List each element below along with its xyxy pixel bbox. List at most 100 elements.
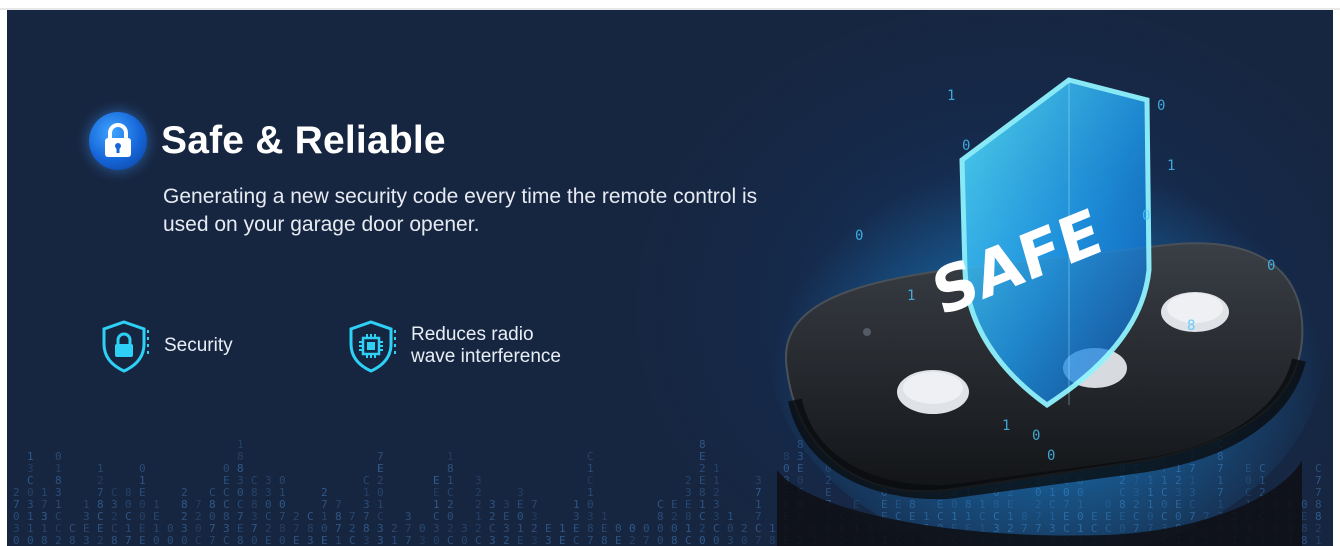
svg-text:0: 0 xyxy=(643,522,650,535)
svg-text:3: 3 xyxy=(27,498,34,511)
svg-text:E: E xyxy=(265,534,272,546)
svg-text:8: 8 xyxy=(237,450,244,463)
svg-text:E: E xyxy=(559,534,566,546)
svg-text:8: 8 xyxy=(699,438,706,451)
svg-text:3: 3 xyxy=(83,534,90,546)
svg-text:0: 0 xyxy=(139,462,146,475)
feature-label: Security xyxy=(164,335,233,357)
svg-text:0: 0 xyxy=(587,498,594,511)
description-text: Generating a new security code every tim… xyxy=(163,185,758,236)
svg-text:2: 2 xyxy=(349,522,356,535)
svg-text:1: 1 xyxy=(475,510,482,523)
svg-text:0: 0 xyxy=(167,522,174,535)
svg-text:E: E xyxy=(433,474,440,487)
svg-text:0: 0 xyxy=(671,522,678,535)
svg-text:2: 2 xyxy=(265,522,272,535)
svg-text:8: 8 xyxy=(223,510,230,523)
svg-text:2: 2 xyxy=(181,510,188,523)
svg-text:2: 2 xyxy=(97,474,104,487)
svg-text:C: C xyxy=(363,474,370,487)
svg-text:0: 0 xyxy=(209,510,216,523)
svg-text:3: 3 xyxy=(685,486,692,499)
svg-text:2: 2 xyxy=(293,510,300,523)
svg-text:0: 0 xyxy=(433,534,440,546)
svg-text:2: 2 xyxy=(475,486,482,499)
svg-text:C: C xyxy=(223,534,230,546)
svg-text:1: 1 xyxy=(27,522,34,535)
svg-text:C: C xyxy=(587,450,594,463)
svg-text:E: E xyxy=(139,522,146,535)
svg-text:E: E xyxy=(83,522,90,535)
svg-text:3: 3 xyxy=(503,522,510,535)
svg-text:0: 0 xyxy=(279,474,286,487)
svg-text:2: 2 xyxy=(195,510,202,523)
svg-text:1: 1 xyxy=(153,498,160,511)
svg-text:1: 1 xyxy=(713,474,720,487)
svg-text:C: C xyxy=(265,510,272,523)
remote-shield-illustration: SAFE 100 100 810 100 xyxy=(767,77,1327,546)
svg-text:C: C xyxy=(55,510,62,523)
svg-text:2: 2 xyxy=(531,522,538,535)
svg-text:1: 1 xyxy=(153,522,160,535)
svg-text:1: 1 xyxy=(685,522,692,535)
svg-text:0: 0 xyxy=(855,228,863,244)
svg-text:2: 2 xyxy=(377,474,384,487)
svg-text:3: 3 xyxy=(531,534,538,546)
svg-text:1: 1 xyxy=(83,498,90,511)
svg-text:8: 8 xyxy=(181,498,188,511)
svg-text:3: 3 xyxy=(363,498,370,511)
svg-text:0: 0 xyxy=(629,522,636,535)
svg-text:1: 1 xyxy=(573,498,580,511)
svg-text:0: 0 xyxy=(265,498,272,511)
svg-text:1: 1 xyxy=(447,450,454,463)
svg-text:3: 3 xyxy=(41,510,48,523)
svg-text:0: 0 xyxy=(55,450,62,463)
svg-text:2: 2 xyxy=(713,486,720,499)
svg-text:3: 3 xyxy=(377,522,384,535)
svg-text:3: 3 xyxy=(461,522,468,535)
svg-text:7: 7 xyxy=(195,498,202,511)
svg-text:1: 1 xyxy=(279,486,286,499)
svg-text:1: 1 xyxy=(601,510,608,523)
svg-text:3: 3 xyxy=(55,486,62,499)
svg-text:E: E xyxy=(223,474,230,487)
svg-text:1: 1 xyxy=(1167,158,1175,174)
svg-text:C: C xyxy=(685,534,692,546)
svg-text:2: 2 xyxy=(671,510,678,523)
feature-label-line: wave interference xyxy=(411,346,561,367)
svg-text:E: E xyxy=(321,534,328,546)
svg-text:7: 7 xyxy=(335,522,342,535)
svg-text:2: 2 xyxy=(55,534,62,546)
svg-text:3: 3 xyxy=(503,498,510,511)
svg-text:1: 1 xyxy=(237,438,244,451)
svg-text:8: 8 xyxy=(587,522,594,535)
svg-text:0: 0 xyxy=(279,498,286,511)
svg-text:2: 2 xyxy=(503,534,510,546)
svg-text:1: 1 xyxy=(335,534,342,546)
svg-text:8: 8 xyxy=(209,498,216,511)
svg-text:2: 2 xyxy=(447,498,454,511)
hero-banner: 0307201130C31813712CC138108C3E312EC87218… xyxy=(7,10,1333,546)
svg-text:3: 3 xyxy=(545,534,552,546)
svg-text:2: 2 xyxy=(489,510,496,523)
svg-text:8: 8 xyxy=(55,474,62,487)
svg-text:7: 7 xyxy=(279,510,286,523)
svg-text:C: C xyxy=(69,522,76,535)
svg-text:E: E xyxy=(153,510,160,523)
svg-text:0: 0 xyxy=(962,138,970,154)
svg-text:C: C xyxy=(377,510,384,523)
svg-text:7: 7 xyxy=(13,498,20,511)
svg-text:C: C xyxy=(447,486,454,499)
svg-text:2: 2 xyxy=(699,522,706,535)
feature-label-line: Security xyxy=(164,335,233,356)
svg-text:2: 2 xyxy=(629,534,636,546)
svg-text:7: 7 xyxy=(209,522,216,535)
feature-interference: Reduces radio wave interference xyxy=(347,318,561,374)
svg-text:C: C xyxy=(209,486,216,499)
svg-text:1: 1 xyxy=(125,522,132,535)
svg-text:C: C xyxy=(447,534,454,546)
svg-text:0: 0 xyxy=(419,522,426,535)
svg-text:3: 3 xyxy=(251,510,258,523)
svg-text:8: 8 xyxy=(251,498,258,511)
svg-text:1: 1 xyxy=(321,510,328,523)
